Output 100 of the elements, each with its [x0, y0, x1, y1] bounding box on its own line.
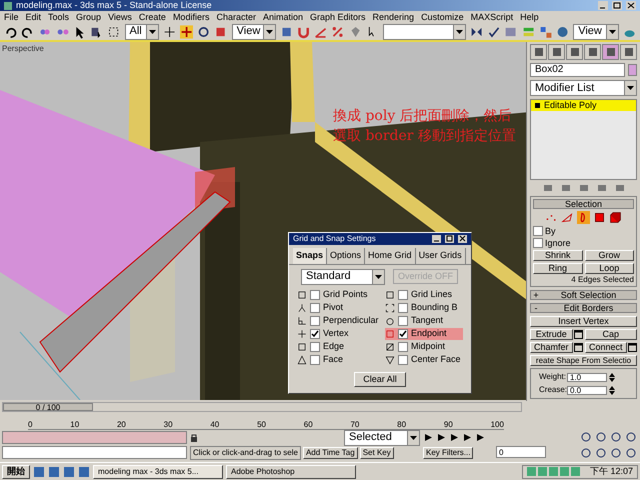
stack-item[interactable]: Editable Poly: [531, 100, 636, 111]
dialog-tab[interactable]: User Grids: [416, 248, 466, 264]
frame-field[interactable]: 0: [496, 446, 546, 458]
selection-button[interactable]: Loop: [584, 263, 634, 274]
edit-border-button[interactable]: Chamfer: [530, 342, 572, 353]
menu-item[interactable]: Customize: [421, 12, 464, 22]
menu-item[interactable]: Create: [138, 12, 166, 22]
preset-dropdown[interactable]: Standard: [301, 268, 385, 284]
key-filters-button[interactable]: Key Filters...: [423, 446, 474, 458]
menu-item[interactable]: Help: [520, 12, 539, 22]
checkbox[interactable]: [533, 238, 543, 248]
checkbox[interactable]: [310, 328, 320, 338]
checkbox[interactable]: [398, 302, 408, 312]
edit-border-button[interactable]: Cap: [584, 329, 637, 340]
menu-item[interactable]: Group: [76, 12, 102, 22]
settings-box-icon[interactable]: [574, 342, 582, 353]
spinner-field[interactable]: 1.0: [567, 372, 607, 382]
dialog-tab[interactable]: Options: [327, 248, 366, 264]
minimize-icon[interactable]: [598, 1, 608, 10]
close-icon[interactable]: [458, 235, 467, 243]
frame-indicator[interactable]: 0 / 100: [3, 402, 93, 410]
spinner-field[interactable]: 0.0: [567, 386, 607, 394]
selection-button[interactable]: Shrink: [533, 250, 582, 261]
object-name-field[interactable]: Box02: [530, 63, 625, 77]
minimize-icon[interactable]: [432, 235, 441, 243]
edit-border-button[interactable]: Extrude: [530, 329, 572, 340]
menu-item[interactable]: Modifiers: [172, 12, 210, 22]
snap-type-icon: [297, 290, 307, 300]
move-icon[interactable]: [180, 24, 194, 40]
dialog-tab[interactable]: Home Grid: [365, 248, 416, 264]
lock-icon[interactable]: [190, 432, 198, 442]
element-level-icon[interactable]: [609, 211, 622, 224]
checkbox[interactable]: [398, 342, 408, 352]
selection-button[interactable]: Ring: [533, 263, 582, 274]
taskbar-button[interactable]: modeling max - 3ds max 5...: [93, 464, 223, 478]
snap-label: Grid Lines: [411, 290, 452, 299]
dialog-tab[interactable]: Snaps: [293, 248, 328, 264]
option-label: Ignore: [545, 238, 571, 248]
listener-field[interactable]: [2, 446, 187, 459]
modifier-list-dropdown[interactable]: Modifier List: [530, 80, 637, 96]
rollout-header[interactable]: Selection: [533, 199, 634, 209]
menu-item[interactable]: Character: [216, 12, 256, 22]
spinner-arrows-icon[interactable]: [609, 372, 615, 382]
insert-vertex-button[interactable]: Insert Vertex: [530, 316, 637, 327]
rollout-header[interactable]: - Edit Borders: [530, 303, 637, 313]
close-icon[interactable]: [626, 1, 636, 10]
selection-button[interactable]: Grow: [584, 250, 634, 261]
selection-status: 4 Edges Selected: [570, 276, 634, 284]
checkbox[interactable]: [310, 290, 320, 300]
set-key-button[interactable]: Set Key: [360, 446, 394, 458]
menu-item[interactable]: Animation: [262, 12, 303, 22]
viewport-label: Perspective: [2, 43, 44, 55]
menu-item[interactable]: File: [4, 12, 19, 22]
settings-box-icon[interactable]: [574, 329, 582, 340]
edit-border-button[interactable]: Connect: [584, 342, 627, 353]
snap-label: Vertex: [323, 329, 349, 338]
key-mode-dropdown[interactable]: Selected: [344, 430, 420, 446]
selection-filter-dropdown[interactable]: All: [124, 24, 159, 40]
spinner-arrows-icon[interactable]: [609, 386, 615, 394]
timeline-bar[interactable]: 0 / 100: [2, 402, 522, 412]
menu-item[interactable]: Tools: [48, 12, 70, 22]
taskbar-button[interactable]: Adobe Photoshop: [226, 464, 356, 478]
checkbox[interactable]: [310, 342, 320, 352]
tick-label: 10: [70, 421, 80, 429]
checkbox[interactable]: [310, 316, 320, 326]
macro-recorder-field[interactable]: [2, 431, 187, 444]
caret-icon: [266, 30, 273, 34]
reference-coordinate-dropdown[interactable]: View: [232, 24, 276, 40]
checkbox[interactable]: [310, 302, 320, 312]
menu-item[interactable]: MAXScript: [470, 12, 514, 22]
checkbox[interactable]: [398, 354, 408, 364]
rollout-header[interactable]: + Soft Selection: [530, 290, 637, 300]
menu-item[interactable]: Graph Editors: [310, 12, 366, 22]
checkbox[interactable]: [310, 354, 320, 364]
render-view-dropdown[interactable]: View: [573, 24, 619, 40]
edge-level-icon[interactable]: [561, 211, 574, 224]
add-time-tag-button[interactable]: Add Time Tag: [302, 446, 358, 458]
named-selection-dropdown[interactable]: [382, 24, 466, 40]
checkbox[interactable]: [533, 226, 543, 236]
color-swatch[interactable]: [628, 64, 637, 76]
snap-type-icon: [297, 328, 307, 338]
create-shape-button[interactable]: reate Shape From Selectio: [530, 355, 637, 366]
checkbox[interactable]: [398, 328, 408, 338]
clear-all-button[interactable]: Clear All: [354, 372, 406, 386]
checkbox[interactable]: [398, 290, 408, 300]
polygon-level-icon[interactable]: [593, 211, 606, 224]
snap-label: Bounding B: [411, 303, 458, 312]
snap-label: Pivot: [323, 303, 344, 312]
snap-label: Center Face: [411, 355, 461, 364]
settings-box-icon[interactable]: [628, 342, 637, 353]
maximize-icon[interactable]: [445, 235, 454, 243]
menu-item[interactable]: Edit: [26, 12, 42, 22]
play-icon[interactable]: [449, 433, 460, 442]
snap-label: Midpoint: [411, 342, 446, 351]
checkbox[interactable]: [398, 316, 408, 326]
start-button[interactable]: 開始: [2, 464, 30, 478]
maximize-icon[interactable]: [612, 1, 622, 10]
menu-item[interactable]: Rendering: [372, 12, 414, 22]
caret-icon: [375, 274, 382, 278]
menu-item[interactable]: Views: [108, 12, 132, 22]
